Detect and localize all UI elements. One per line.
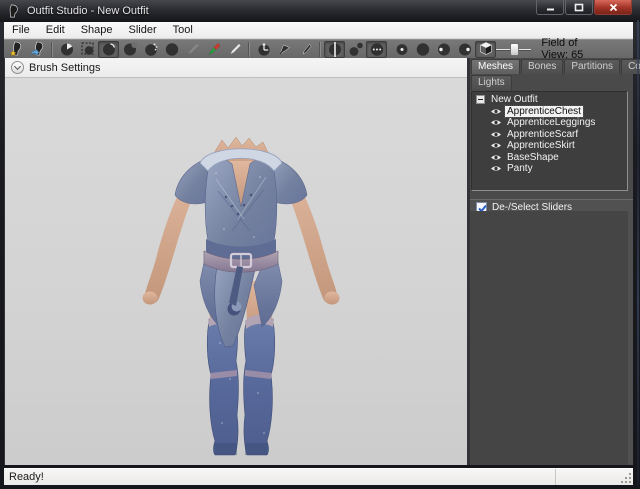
global-collision-icon[interactable] [366, 41, 387, 58]
tab-lights[interactable]: Lights [471, 75, 512, 90]
toolbar-separator [51, 42, 53, 57]
brush-dot-center-icon[interactable] [391, 41, 412, 58]
toolbar-separator [319, 42, 321, 57]
maximize-button[interactable] [565, 0, 593, 15]
tree-item-apprenticeskirt[interactable]: ApprenticeSkirt [476, 140, 627, 152]
status-text: Ready! [9, 471, 44, 483]
window-title: Outfit Studio - New Outfit [27, 5, 149, 17]
tab-bones[interactable]: Bones [521, 59, 563, 74]
close-button[interactable] [594, 0, 632, 15]
side-panel: Meshes Bones Partitions Colors Lights Ne… [470, 58, 633, 465]
collapse-expander-icon[interactable] [476, 95, 485, 104]
menu-slider[interactable]: Slider [121, 23, 165, 37]
brush-dot-left-icon[interactable] [433, 41, 454, 58]
menu-edit[interactable]: Edit [38, 23, 73, 37]
tab-meshes[interactable]: Meshes [471, 59, 520, 74]
tabs-row-2: Lights [470, 74, 633, 90]
brush-solid-icon[interactable] [412, 41, 433, 58]
tree-root[interactable]: New Outfit [476, 94, 627, 106]
outfit-model [130, 133, 352, 456]
eye-icon[interactable] [490, 153, 502, 162]
alpha-brush-icon[interactable] [224, 41, 245, 58]
deflate-brush-icon[interactable] [119, 41, 140, 58]
eye-icon[interactable] [490, 164, 502, 173]
tab-colors[interactable]: Colors [621, 59, 640, 74]
tree-item-apprenticeleggings[interactable]: ApprenticeLeggings [476, 117, 627, 129]
color-brush-icon[interactable] [203, 41, 224, 58]
resize-grip[interactable] [621, 473, 632, 484]
load-project-icon[interactable] [27, 41, 48, 58]
connected-only-icon[interactable] [345, 41, 366, 58]
tree-item-baseshape[interactable]: BaseShape [476, 152, 627, 164]
eye-icon[interactable] [490, 130, 502, 139]
eye-icon[interactable] [490, 118, 502, 127]
brush-settings-label: Brush Settings [29, 62, 101, 74]
tree-item-apprenticescarf[interactable]: ApprenticeScarf [476, 129, 627, 141]
perspective-cube-icon[interactable] [475, 41, 496, 58]
transform-tool-icon[interactable] [253, 41, 274, 58]
status-section-right [556, 469, 633, 485]
tabs-row-1: Meshes Bones Partitions Colors [470, 58, 633, 74]
eye-icon[interactable] [490, 107, 502, 116]
tree-item-apprenticechest[interactable]: ApprenticeChest [476, 106, 627, 118]
x-mirror-icon[interactable] [324, 41, 345, 58]
tree-item-panty[interactable]: Panty [476, 163, 627, 175]
sliders-panel[interactable] [470, 211, 628, 465]
brush-settings-pane[interactable]: Brush Settings [5, 58, 467, 78]
tab-partitions[interactable]: Partitions [564, 59, 620, 74]
move-brush-icon[interactable] [140, 41, 161, 58]
viewport-3d[interactable]: Brush Settings [5, 58, 467, 465]
outfit-studio-window: Outfit Studio - New Outfit File Edit Sha… [0, 0, 640, 489]
main-area: Brush Settings [4, 58, 633, 465]
fov-slider-thumb[interactable] [510, 43, 519, 56]
pin-tool-icon[interactable] [274, 41, 295, 58]
fov-slider[interactable] [496, 43, 531, 56]
sliders-scrollbar[interactable] [628, 211, 633, 465]
eye-icon[interactable] [490, 141, 502, 150]
weight-brush-icon[interactable] [182, 41, 203, 58]
new-project-icon[interactable] [6, 41, 27, 58]
mask-brush-icon[interactable] [56, 41, 77, 58]
edit-vertices-icon[interactable] [295, 41, 316, 58]
toolbar-separator [248, 42, 250, 57]
collapse-chevron-icon[interactable] [11, 61, 24, 74]
menu-tool[interactable]: Tool [165, 23, 201, 37]
minimize-button[interactable] [536, 0, 564, 15]
brush-dot-right-icon[interactable] [454, 41, 475, 58]
marquee-mask-icon[interactable] [77, 41, 98, 58]
menu-file[interactable]: File [4, 23, 38, 37]
menu-shape[interactable]: Shape [73, 23, 121, 37]
inflate-brush-icon[interactable] [98, 41, 119, 58]
title-bar[interactable]: Outfit Studio - New Outfit [0, 0, 640, 22]
app-icon [7, 4, 21, 18]
smooth-brush-icon[interactable] [161, 41, 182, 58]
toolbar: Field of View: 65 [4, 39, 633, 58]
meshes-tree: New Outfit ApprenticeChest ApprenticeLeg… [471, 91, 628, 191]
status-bar: Ready! [4, 468, 633, 485]
tree-root-label: New Outfit [489, 94, 540, 105]
